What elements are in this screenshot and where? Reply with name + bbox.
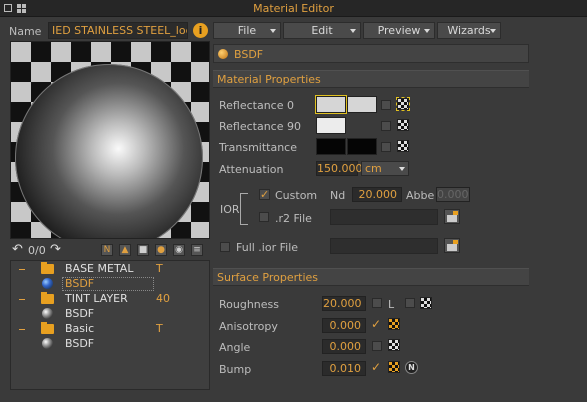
window-title: Material Editor: [253, 2, 334, 15]
roughness-lock-label: L: [388, 298, 395, 311]
tree-item-bsdf-selected[interactable]: BSDF: [11, 277, 209, 291]
reflectance90-texture-icon[interactable]: [397, 119, 409, 131]
bsdf-header: BSDF: [213, 44, 529, 63]
settings-icon[interactable]: ≡: [191, 244, 203, 256]
roughness-texture-icon[interactable]: [420, 297, 432, 309]
reflectance0-texture-check[interactable]: [381, 100, 391, 110]
custom-checkbox[interactable]: ✓: [259, 189, 270, 200]
redo-icon[interactable]: ↷: [50, 242, 61, 257]
transmittance-texture-check[interactable]: [381, 142, 391, 152]
transmittance-swatch-b[interactable]: [347, 138, 377, 155]
abbe-label: Abbe: [406, 189, 435, 202]
full-ior-checkbox[interactable]: [220, 242, 230, 252]
full-ior-label: Full .ior File: [236, 241, 299, 254]
reflectance0-texture-icon[interactable]: [396, 97, 410, 111]
name-field[interactable]: IED STAINLESS STEEL_logo2: [48, 22, 188, 39]
attenuation-unit-select[interactable]: cm: [361, 161, 409, 176]
anisotropy-texture-icon[interactable]: [388, 318, 400, 330]
full-ior-browse-icon[interactable]: [444, 238, 460, 253]
full-ior-path[interactable]: [330, 238, 438, 254]
angle-texture-icon[interactable]: [388, 339, 400, 351]
reflectance0-swatch-a[interactable]: [315, 95, 347, 114]
bucket-icon[interactable]: ●: [155, 244, 167, 256]
surface-properties-header: Surface Properties: [213, 268, 529, 286]
n-tool-button[interactable]: N: [101, 244, 113, 256]
layers-icon[interactable]: ▲: [119, 244, 131, 256]
reflectance90-texture-check[interactable]: [381, 121, 391, 131]
transmittance-swatch-a[interactable]: [316, 138, 346, 155]
bump-label: Bump: [219, 363, 252, 376]
folder-icon: [41, 322, 54, 334]
nd-input[interactable]: 20.000: [352, 187, 402, 202]
bsdf-sphere-icon: [42, 338, 53, 349]
anisotropy-input[interactable]: 0.000: [322, 318, 366, 333]
reflectance90-swatch[interactable]: [316, 117, 346, 134]
r2-file-browse-icon[interactable]: [444, 209, 460, 224]
info-icon[interactable]: i: [193, 23, 208, 38]
bump-texture-icon[interactable]: [388, 361, 400, 373]
folder-icon: [41, 292, 54, 304]
square-icon[interactable]: ■: [137, 244, 149, 256]
attenuation-label: Attenuation: [219, 163, 284, 176]
abbe-input[interactable]: 0.000: [436, 187, 470, 202]
angle-input[interactable]: 0.000: [322, 339, 366, 354]
r2-file-path[interactable]: [330, 209, 438, 225]
preview-sphere: [15, 64, 203, 238]
reflectance90-label: Reflectance 90: [219, 120, 301, 133]
title-bar: Material Editor: [0, 0, 587, 17]
material-properties-header: Material Properties: [213, 70, 529, 88]
file-menu[interactable]: File: [213, 22, 281, 39]
reflectance0-swatch-b[interactable]: [347, 96, 377, 113]
anisotropy-label: Anisotropy: [219, 320, 278, 333]
eye-icon[interactable]: ◉: [173, 244, 185, 256]
angle-texture-check[interactable]: [372, 341, 382, 351]
ior-label: IOR: [220, 203, 240, 216]
transmittance-label: Transmittance: [219, 141, 297, 154]
material-preview: [10, 41, 210, 239]
tree-item-basic[interactable]: Basic T: [11, 322, 209, 336]
nd-label: Nd: [330, 189, 346, 202]
bump-input[interactable]: 0.010: [322, 361, 366, 376]
undo-icon[interactable]: ↶: [12, 242, 23, 257]
bsdf-sphere-icon: [42, 308, 53, 319]
attenuation-input[interactable]: 150.000: [316, 161, 363, 176]
transmittance-texture-icon[interactable]: [397, 140, 409, 152]
folder-icon: [41, 262, 54, 274]
r2-file-label: .r2 File: [275, 212, 312, 225]
roughness-label: Roughness: [219, 298, 280, 311]
preview-menu[interactable]: Preview: [363, 22, 435, 39]
normal-map-icon[interactable]: N: [405, 361, 418, 374]
r2-file-checkbox[interactable]: [259, 212, 269, 222]
roughness-lock-check[interactable]: [405, 298, 415, 308]
material-tree: BASE METAL T BSDF TINT LAYER 40 BSDF Bas…: [10, 260, 210, 390]
wizards-menu[interactable]: Wizards: [437, 22, 501, 39]
tree-item-bsdf[interactable]: BSDF: [11, 307, 209, 321]
ior-bracket: [240, 193, 248, 225]
custom-label: Custom: [275, 189, 318, 202]
roughness-texture-check[interactable]: [372, 298, 382, 308]
anisotropy-check[interactable]: ✓: [371, 318, 382, 330]
angle-label: Angle: [219, 341, 251, 354]
tree-item-tint-layer[interactable]: TINT LAYER 40: [11, 292, 209, 306]
roughness-input[interactable]: 20.000: [322, 296, 366, 311]
tree-item-base-metal[interactable]: BASE METAL T: [11, 262, 209, 276]
undo-counter: 0/0: [28, 244, 46, 257]
tree-item-bsdf[interactable]: BSDF: [11, 337, 209, 351]
name-label: Name: [9, 25, 42, 38]
edit-menu[interactable]: Edit: [283, 22, 361, 39]
bsdf-icon: [218, 49, 228, 59]
preview-toolbar: ↶ 0/0 ↷ N ▲ ■ ● ◉ ≡: [10, 242, 210, 258]
reflectance0-label: Reflectance 0: [219, 99, 294, 112]
bump-check[interactable]: ✓: [371, 361, 382, 373]
bsdf-sphere-icon: [42, 278, 53, 289]
